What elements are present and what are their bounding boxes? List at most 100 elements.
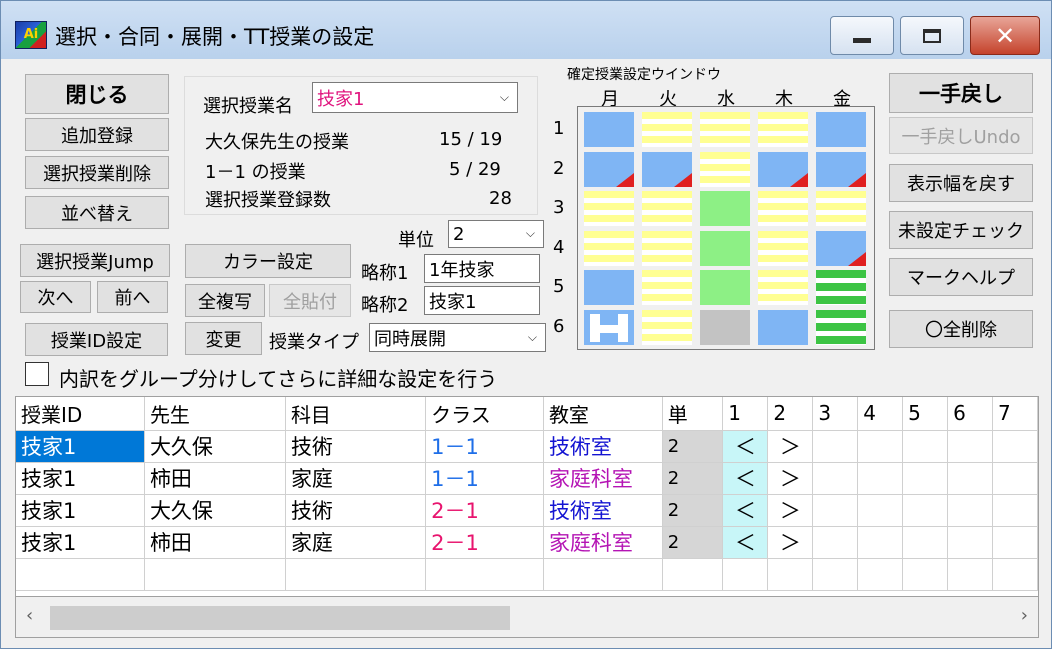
class-id-setting-button[interactable]: 授業ID設定 [25, 323, 168, 356]
table-cell-empty[interactable] [947, 462, 993, 495]
table-cell-p2[interactable]: ＞ [767, 526, 814, 559]
table-cell-empty[interactable] [662, 558, 724, 591]
table-cell-empty[interactable] [812, 558, 859, 591]
table-cell-id[interactable]: 技家1 [16, 430, 145, 463]
delete-selected-button[interactable]: 選択授業削除 [25, 156, 169, 189]
table-cell-empty[interactable] [857, 526, 904, 559]
table-cell-empty[interactable] [947, 526, 993, 559]
table-cell-empty[interactable] [902, 462, 949, 495]
grid-cell[interactable] [584, 270, 634, 305]
table-cell-empty[interactable] [902, 430, 949, 463]
table-cell-empty[interactable] [812, 526, 859, 559]
grid-cell[interactable] [758, 270, 808, 305]
table-cell-empty[interactable] [902, 494, 949, 527]
grid-cell[interactable] [584, 191, 634, 226]
table-row[interactable]: 技家1 柿田 家庭 2－1 家庭科室 2 ＜＞ [16, 526, 1038, 559]
change-button[interactable]: 変更 [185, 322, 262, 355]
undo-disabled-button[interactable]: 一手戻しUndo [889, 117, 1033, 154]
table-cell-subject[interactable]: 家庭 [285, 526, 427, 559]
table-header-cell[interactable]: 教室 [543, 397, 663, 431]
table-cell-empty[interactable] [857, 430, 904, 463]
next-button[interactable]: 次へ [20, 281, 91, 313]
scroll-thumb[interactable] [50, 606, 510, 630]
table-cell-empty[interactable] [285, 558, 427, 591]
table-cell-empty[interactable] [947, 494, 993, 527]
table-cell-empty[interactable] [857, 558, 904, 591]
minimize-button[interactable] [830, 16, 894, 55]
abbr1-input[interactable]: 1年技家 [424, 254, 540, 283]
table-header-cell[interactable]: 科目 [285, 397, 427, 431]
table-cell-empty[interactable] [722, 558, 769, 591]
table-cell-unit[interactable]: 2 [662, 526, 724, 559]
table-row-empty[interactable] [16, 558, 1038, 591]
table-cell-empty[interactable] [992, 526, 1038, 559]
table-cell-subject[interactable]: 技術 [285, 494, 427, 527]
maximize-button[interactable] [900, 16, 964, 55]
table-header-cell[interactable]: 1 [722, 397, 769, 431]
table-cell-class[interactable]: 2－1 [425, 494, 544, 527]
table-cell-empty[interactable] [767, 558, 814, 591]
table-cell-empty[interactable] [812, 462, 859, 495]
table-cell-p1[interactable]: ＜ [722, 526, 769, 559]
table-row[interactable]: 技家1 柿田 家庭 1－1 家庭科室 2 ＜＞ [16, 462, 1038, 495]
class-type-combo[interactable]: 同時展開 ⌵ [369, 323, 546, 352]
table-cell-p1[interactable]: ＜ [722, 462, 769, 495]
undo-button[interactable]: 一手戻し [889, 73, 1033, 113]
table-cell-empty[interactable] [543, 558, 663, 591]
table-cell-empty[interactable] [812, 494, 859, 527]
table-header-cell[interactable]: 5 [902, 397, 949, 431]
table-cell-teacher[interactable]: 大久保 [144, 430, 286, 463]
table-cell-p2[interactable]: ＞ [767, 430, 814, 463]
table-cell-empty[interactable] [992, 430, 1038, 463]
grid-cell[interactable] [642, 191, 692, 226]
table-header-cell[interactable]: 3 [812, 397, 859, 431]
sort-button[interactable]: 並べ替え [25, 196, 169, 229]
grid-cell[interactable] [642, 112, 692, 147]
select-class-combo[interactable]: 技家1 ⌵ [312, 82, 518, 113]
scroll-left-arrow-icon[interactable]: ‹ [26, 605, 33, 626]
table-header-cell[interactable]: 先生 [144, 397, 286, 431]
grid-cell[interactable] [816, 310, 866, 345]
table-header-cell[interactable]: 4 [857, 397, 904, 431]
grid-cell[interactable] [758, 152, 808, 187]
table-cell-class[interactable]: 1－1 [425, 430, 544, 463]
table-cell-empty[interactable] [857, 462, 904, 495]
grid-cell[interactable] [758, 231, 808, 266]
grid-cell[interactable] [700, 191, 750, 226]
table-row[interactable]: 技家1 大久保 技術 1－1 技術室 2 ＜＞ [16, 430, 1038, 463]
jump-selected-button[interactable]: 選択授業Jump [20, 244, 170, 277]
grid-cell[interactable] [758, 191, 808, 226]
table-cell-room[interactable]: 技術室 [543, 430, 663, 463]
table-cell-subject[interactable]: 技術 [285, 430, 427, 463]
prev-button[interactable]: 前へ [97, 281, 168, 313]
close-window-button[interactable]: ✕ [970, 16, 1040, 55]
paste-all-button[interactable]: 全貼付 [269, 284, 351, 317]
table-cell-empty[interactable] [902, 558, 949, 591]
table-header-cell[interactable]: 単 [662, 397, 724, 431]
grid-cell[interactable] [584, 310, 634, 345]
grid-cell[interactable] [584, 231, 634, 266]
table-cell-empty[interactable] [992, 494, 1038, 527]
grid-cell[interactable] [642, 270, 692, 305]
table-cell-empty[interactable] [812, 430, 859, 463]
table-cell-teacher[interactable]: 柿田 [144, 462, 286, 495]
grid-cell[interactable] [700, 231, 750, 266]
table-cell-p1[interactable]: ＜ [722, 430, 769, 463]
grid-cell[interactable] [642, 231, 692, 266]
table-header-cell[interactable]: 6 [947, 397, 993, 431]
grid-cell[interactable] [642, 152, 692, 187]
table-cell-id[interactable]: 技家1 [16, 526, 145, 559]
table-cell-room[interactable]: 技術室 [543, 494, 663, 527]
grid-cell[interactable] [642, 310, 692, 345]
grid-cell[interactable] [758, 310, 808, 345]
add-register-button[interactable]: 追加登録 [25, 118, 169, 151]
table-cell-unit[interactable]: 2 [662, 462, 724, 495]
grid-cell[interactable] [816, 112, 866, 147]
table-cell-class[interactable]: 2－1 [425, 526, 544, 559]
table-cell-empty[interactable] [144, 558, 286, 591]
grid-cell[interactable] [816, 231, 866, 266]
grid-cell[interactable] [700, 270, 750, 305]
table-header-cell[interactable]: クラス [425, 397, 544, 431]
table-cell-empty[interactable] [947, 430, 993, 463]
unit-combo[interactable]: 2 ⌵ [448, 220, 544, 248]
